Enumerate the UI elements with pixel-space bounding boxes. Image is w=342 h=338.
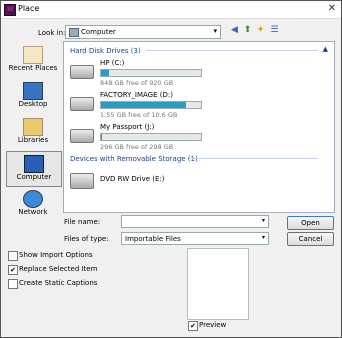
up-folder-icon[interactable]: ⬆ [242,25,253,36]
look-in-label: Look in: [38,29,66,37]
files-of-type-label: Files of type: [64,235,109,243]
places-bar: Recent Places Desktop Libraries Computer… [6,43,62,223]
new-folder-icon[interactable]: ✦ [255,25,266,36]
dvd-drive-icon [70,173,94,189]
create-static-captions-checkbox[interactable] [8,279,18,289]
hard-drive-icon [70,129,94,143]
drive-name: My Passport (J:) [100,123,155,131]
drive-item[interactable]: DVD RW Drive (E:) [70,169,270,199]
replace-selected-item-label: Replace Selected Item [19,265,98,273]
group-divider [189,158,318,159]
file-list[interactable]: Hard Disk Drives (3) ▲ HP (C:) 848 GB fr… [63,41,335,213]
group-header-removable[interactable]: Devices with Removable Storage (1) [70,155,198,163]
drive-free: 848 GB free of 920 GB [100,79,174,87]
drive-name: HP (C:) [100,59,125,67]
place-recent-places[interactable]: Recent Places [6,43,60,77]
libraries-icon [23,118,43,136]
network-icon [23,190,43,208]
place-network[interactable]: Network [6,187,60,221]
place-desktop[interactable]: Desktop [6,79,60,113]
place-label: Recent Places [8,64,58,72]
hard-drive-icon [70,65,94,79]
usage-bar [100,101,202,109]
usage-bar-fill [101,102,186,108]
usage-bar-fill [101,70,109,76]
look-in-value: Computer [81,28,116,36]
preview-checkbox[interactable]: ✔ [188,321,198,331]
place-computer[interactable]: Computer [6,151,62,187]
hard-drive-icon [70,97,94,111]
open-button[interactable]: Open [287,216,334,230]
look-in-select[interactable]: Computer ▾ [65,25,221,39]
place-libraries[interactable]: Libraries [6,115,60,149]
files-of-type-value: Importable Files [125,234,181,243]
preview-pane [187,248,249,320]
usage-bar-fill [101,134,102,140]
view-menu-icon[interactable]: ☰ [269,25,280,36]
chevron-down-icon: ▾ [213,27,217,35]
file-name-input[interactable]: ▾ [121,215,269,228]
show-import-options-checkbox[interactable] [8,251,18,261]
preview-label: Preview [199,321,227,329]
drive-item[interactable]: FACTORY_IMAGE (D:) 1.55 GB free of 10.6 … [70,91,270,121]
cancel-button[interactable]: Cancel [287,232,334,246]
chevron-down-icon: ▾ [261,217,265,224]
computer-icon [69,28,79,37]
recent-places-icon [23,46,43,64]
dialog-title: Place [18,4,40,13]
drive-item[interactable]: My Passport (J:) 296 GB free of 298 GB [70,123,270,153]
create-static-captions-label: Create Static Captions [19,279,98,287]
replace-selected-item-checkbox[interactable]: ✔ [8,265,18,275]
group-divider [146,50,318,51]
place-label: Computer [16,173,52,181]
usage-bar [100,133,202,141]
indesign-app-icon: Id [4,4,16,16]
group-header-hdd[interactable]: Hard Disk Drives (3) [70,47,141,55]
file-name-label: File name: [64,218,101,226]
place-label: Desktop [18,100,48,108]
drive-item[interactable]: HP (C:) 848 GB free of 920 GB [70,59,270,89]
drive-free: 296 GB free of 298 GB [100,143,174,151]
close-icon[interactable]: ✕ [328,3,336,14]
show-import-options-label: Show Import Options [19,251,93,259]
place-dialog: Id Place ✕ Look in: Computer ▾ ◀ ⬆ ✦ ☰ R… [0,0,342,338]
drive-free: 1.55 GB free of 10.6 GB [100,111,178,119]
usage-bar [100,69,202,77]
drive-name: FACTORY_IMAGE (D:) [100,91,173,99]
computer-icon [24,155,44,173]
desktop-icon [23,82,43,100]
place-label: Network [18,208,48,216]
back-icon[interactable]: ◀ [229,25,240,36]
drive-name: DVD RW Drive (E:) [100,175,165,183]
place-label: Libraries [17,136,49,144]
chevron-down-icon: ▾ [261,234,265,241]
title-bar: Id Place ✕ [1,1,341,19]
files-of-type-select[interactable]: Importable Files ▾ [121,232,269,245]
collapse-icon[interactable]: ▲ [323,45,328,53]
